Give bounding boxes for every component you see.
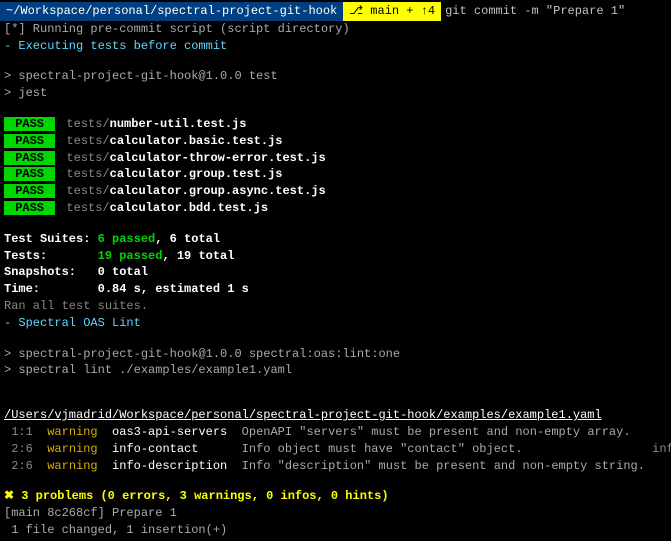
lint-level: warning: [47, 459, 97, 473]
npm-test-line2: > jest: [0, 85, 671, 102]
spectral-cmd1: > spectral-project-git-hook@1.0.0 spectr…: [0, 346, 671, 363]
commit-changed: 1 file changed, 1 insertion(+): [0, 522, 671, 539]
lint-rule: info-description: [98, 459, 242, 473]
npm-test-line1: > spectral-project-git-hook@1.0.0 test: [0, 68, 671, 85]
lint-position: 2:6: [4, 442, 47, 456]
lint-position: 1:1: [4, 425, 47, 439]
lint-message: Info "description" must be present and n…: [242, 459, 660, 473]
test-dir: tests/: [59, 184, 109, 198]
pass-badge: PASS: [4, 151, 55, 165]
summary-time: Time: 0.84 s, estimated 1 s: [0, 281, 671, 298]
lint-problems-summary: ✖ 3 problems (0 errors, 3 warnings, 0 in…: [0, 488, 671, 505]
lint-position: 2:6: [4, 459, 47, 473]
git-branch-status: ⎇ main + ↑4: [343, 2, 441, 21]
test-dir: tests/: [59, 201, 109, 215]
commit-main: [main 8c268cf] Prepare 1: [0, 505, 671, 522]
test-result-row: PASS tests/calculator.bdd.test.js: [0, 200, 671, 217]
lint-message: OpenAPI "servers" must be present and no…: [242, 425, 631, 439]
summary-suites: Test Suites: 6 passed, 6 total: [0, 231, 671, 248]
test-dir: tests/: [59, 134, 109, 148]
test-file: calculator.group.async.test.js: [110, 184, 326, 198]
test-file: number-util.test.js: [110, 117, 247, 131]
test-dir: tests/: [59, 167, 109, 181]
lint-file-path: /Users/vjmadrid/Workspace/personal/spect…: [0, 407, 671, 424]
summary-snapshots: Snapshots: 0 total: [0, 264, 671, 281]
pass-badge: PASS: [4, 184, 55, 198]
spectral-cmd2: > spectral lint ./examples/example1.yaml: [0, 362, 671, 379]
test-result-row: PASS tests/calculator-throw-error.test.j…: [0, 150, 671, 167]
spectral-header: - Spectral OAS Lint: [0, 315, 671, 332]
lint-trail: info: [638, 442, 671, 456]
test-result-row: PASS tests/calculator.group.async.test.j…: [0, 183, 671, 200]
shell-prompt[interactable]: ~/Workspace/personal/spectral-project-gi…: [0, 2, 671, 21]
test-dir: tests/: [59, 117, 109, 131]
test-file: calculator.group.test.js: [110, 167, 283, 181]
cwd-path: ~/Workspace/personal/spectral-project-gi…: [0, 2, 343, 21]
precommit-executing: - Executing tests before commit: [0, 38, 671, 55]
test-dir: tests/: [59, 151, 109, 165]
test-file: calculator.basic.test.js: [110, 134, 283, 148]
test-result-row: PASS tests/calculator.group.test.js: [0, 166, 671, 183]
lint-rule: info-contact: [98, 442, 242, 456]
test-file: calculator-throw-error.test.js: [110, 151, 326, 165]
lint-level: warning: [47, 425, 97, 439]
test-result-row: PASS tests/calculator.basic.test.js: [0, 133, 671, 150]
pass-badge: PASS: [4, 134, 55, 148]
lint-level: warning: [47, 442, 97, 456]
lint-row: 1:1 warning oas3-api-servers OpenAPI "se…: [0, 424, 671, 441]
test-file: calculator.bdd.test.js: [110, 201, 268, 215]
pass-badge: PASS: [4, 201, 55, 215]
lint-message: Info object must have "contact" object.: [242, 442, 638, 456]
shell-command: git commit -m "Prepare 1": [441, 3, 625, 20]
lint-row: 2:6 warning info-contact Info object mus…: [0, 441, 671, 458]
precommit-running: [*] Running pre-commit script (script di…: [0, 21, 671, 38]
lint-row: 2:6 warning info-description Info "descr…: [0, 458, 671, 475]
summary-tests: Tests: 19 passed, 19 total: [0, 248, 671, 265]
summary-ran: Ran all test suites.: [0, 298, 671, 315]
pass-badge: PASS: [4, 117, 55, 131]
pass-badge: PASS: [4, 167, 55, 181]
test-result-row: PASS tests/number-util.test.js: [0, 116, 671, 133]
lint-rule: oas3-api-servers: [98, 425, 242, 439]
lint-trail: info: [659, 459, 671, 473]
